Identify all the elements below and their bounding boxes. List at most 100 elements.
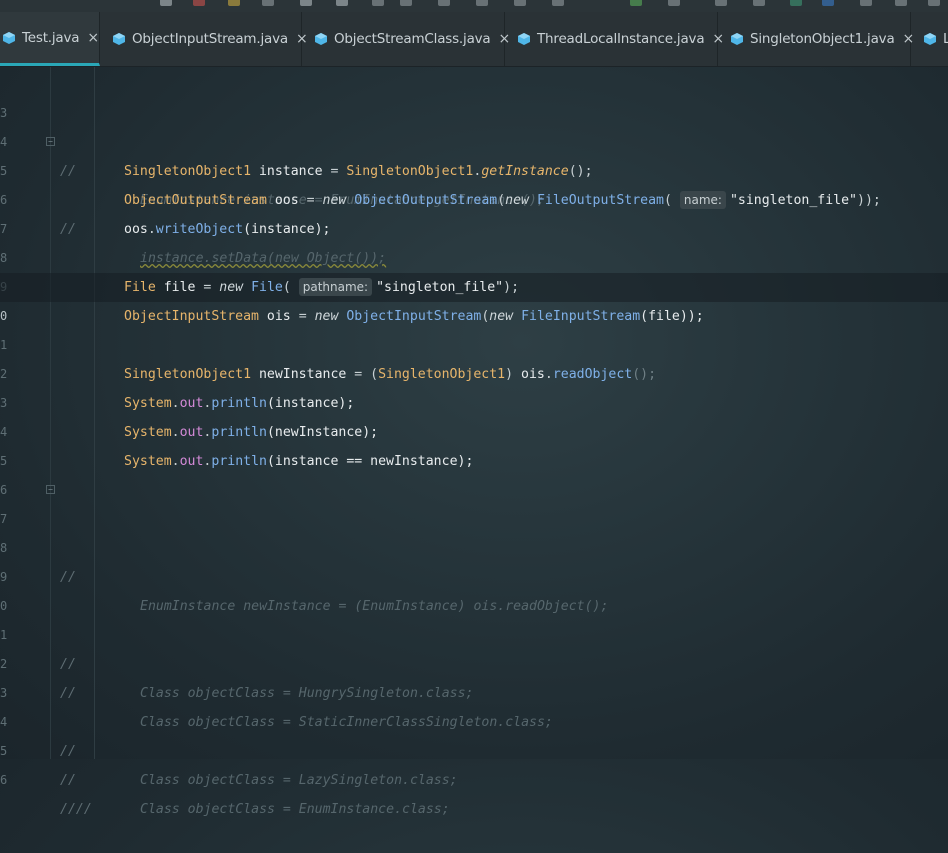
code-line[interactable]: 9 — [0, 534, 948, 584]
field-token: out — [179, 396, 204, 411]
comment-marker: //// — [60, 802, 92, 817]
string-token: "singleton_file" — [729, 193, 858, 208]
toolbar-icon[interactable] — [514, 0, 526, 6]
code-line[interactable]: 1 // Class objectClass = HungrySingleton… — [0, 592, 948, 701]
method-token: println — [211, 425, 267, 440]
keyword-token: new — [314, 309, 339, 324]
code-line[interactable]: 7 ObjectOutputStream oos = new ObjectOut… — [0, 186, 948, 236]
operator-token: ) — [505, 367, 522, 382]
code-statement: SingletonObject1 instance = SingletonObj… — [124, 157, 593, 186]
toolbar-icon[interactable] — [400, 0, 412, 6]
operator-token: . — [171, 396, 180, 411]
tab-overflow[interactable]: L — [911, 12, 948, 66]
toolbar-icon[interactable] — [336, 0, 348, 6]
operator-token: ( — [664, 193, 680, 208]
toolbar-icon[interactable] — [715, 0, 727, 6]
method-token: getInstance — [481, 164, 569, 179]
toolbar-icon[interactable] — [300, 0, 312, 6]
close-icon[interactable]: × — [87, 30, 99, 46]
java-class-icon — [2, 31, 16, 45]
toolbar-icon[interactable] — [228, 0, 240, 6]
code-line[interactable]: 6 //// — [0, 737, 948, 817]
keyword-token: new — [505, 193, 529, 208]
fold-toggle-icon[interactable]: − — [46, 137, 55, 146]
operator-token: = — [322, 164, 347, 179]
tab-test-java[interactable]: Test.java × — [0, 12, 100, 66]
variable-token: instance — [251, 164, 323, 179]
toolbar-icon[interactable] — [476, 0, 488, 6]
java-class-icon — [112, 32, 126, 46]
keyword-token: new — [489, 309, 514, 324]
code-line[interactable]: 0 — [0, 563, 948, 613]
toolbar-icon[interactable] — [860, 0, 872, 6]
code-line[interactable]: 5 − // instance.setData(new Object()); — [0, 128, 948, 266]
code-line[interactable]: 6 SingletonObject1 instance = SingletonO… — [0, 157, 948, 207]
code-statement: ObjectOutputStream oos = new ObjectOutpu… — [124, 186, 881, 215]
tab-singletonobject1-java[interactable]: SingletonObject1.java × — [718, 12, 914, 66]
field-token: out — [179, 454, 204, 469]
code-line[interactable]: 3 SingletonObject1 newInstance = (Single… — [0, 360, 948, 410]
method-token: writeObject — [155, 222, 244, 237]
code-line[interactable]: 3 — [0, 650, 948, 700]
code-line[interactable]: 8 — [0, 505, 948, 555]
code-line[interactable]: 1 ObjectInputStream ois = new ObjectInpu… — [0, 302, 948, 352]
class-token: FileOutputStream — [536, 193, 664, 208]
code-line[interactable]: 5 // Class objectClass = EnumInstance.cl… — [0, 708, 948, 817]
code-line[interactable]: 8 oos.writeObject(instance); — [0, 215, 948, 265]
variable-token: oos — [266, 193, 299, 208]
toolbar-icon[interactable] — [753, 0, 765, 6]
variable-token: newInstance — [251, 367, 347, 382]
toolbar-icon[interactable] — [928, 0, 940, 6]
toolbar-icon[interactable] — [160, 0, 172, 6]
tab-objectstreamclass-java[interactable]: ObjectStreamClass.java × — [302, 12, 510, 66]
variable-token: oos — [124, 222, 148, 237]
operator-token: = — [195, 280, 220, 295]
toolbar-icon[interactable] — [895, 0, 907, 6]
toolbar-icon[interactable] — [438, 0, 450, 6]
java-class-icon — [730, 32, 744, 46]
code-line[interactable]: 6 System.out.println(instance == newInst… — [0, 447, 948, 497]
operator-token: . — [147, 222, 156, 237]
toolbar-icon[interactable] — [552, 0, 564, 6]
tab-label: ObjectInputStream.java — [132, 31, 288, 47]
toolbar-icon[interactable] — [822, 0, 834, 6]
type-token: System — [124, 396, 172, 411]
toolbar-icon[interactable] — [262, 0, 274, 6]
code-line[interactable]: 7 − // EnumInstance newInstance = (EnumI… — [0, 476, 948, 614]
operator-token: . — [171, 425, 180, 440]
toolbar-icon[interactable] — [668, 0, 680, 6]
tab-threadlocalinstance-java[interactable]: ThreadLocalInstance.java × — [505, 12, 724, 66]
tab-objectinputstream-java[interactable]: ObjectInputStream.java × — [100, 12, 308, 66]
code-line[interactable]: 2 — [0, 331, 948, 381]
editor-tab-bar: Test.java × ObjectInputStream.java × Obj… — [0, 12, 948, 67]
toolbar-icon[interactable] — [790, 0, 802, 6]
code-statement: File file = new File( pathname: "singleto… — [124, 273, 519, 302]
operator-token: . — [171, 454, 180, 469]
code-line[interactable]: 9 — [0, 244, 948, 294]
code-line-current[interactable]: 0 File file = new File( pathname: "single… — [0, 273, 948, 323]
operator-token: (); — [568, 164, 593, 179]
class-token: File — [251, 280, 283, 295]
toolbar-icon[interactable] — [193, 0, 205, 6]
code-line[interactable]: 4 System.out.println(instance); — [0, 389, 948, 439]
toolbar-icon[interactable] — [372, 0, 384, 6]
code-statement: System.out.println(newInstance); — [124, 418, 378, 447]
main-toolbar — [0, 0, 948, 12]
class-token: ObjectOutputStream — [354, 193, 498, 208]
code-line[interactable]: 5 System.out.println(newInstance); — [0, 418, 948, 468]
java-class-icon — [517, 32, 531, 46]
code-line[interactable]: 4 // EnumInstance instance = EnumInstanc… — [0, 99, 948, 208]
fold-toggle-icon[interactable]: − — [46, 485, 55, 494]
variable-token: file — [155, 280, 196, 295]
code-line[interactable]: 3 — [0, 70, 948, 120]
java-class-icon — [923, 32, 937, 46]
code-line[interactable]: 2 // Class objectClass = StaticInnerClas… — [0, 621, 948, 730]
argument-token: (file)); — [640, 309, 704, 324]
line-number: 6 — [0, 773, 8, 787]
tab-label: Test.java — [22, 29, 80, 46]
code-line[interactable]: 4 // Class objectClass = LazySingleton.c… — [0, 679, 948, 788]
toolbar-icon[interactable] — [630, 0, 642, 6]
